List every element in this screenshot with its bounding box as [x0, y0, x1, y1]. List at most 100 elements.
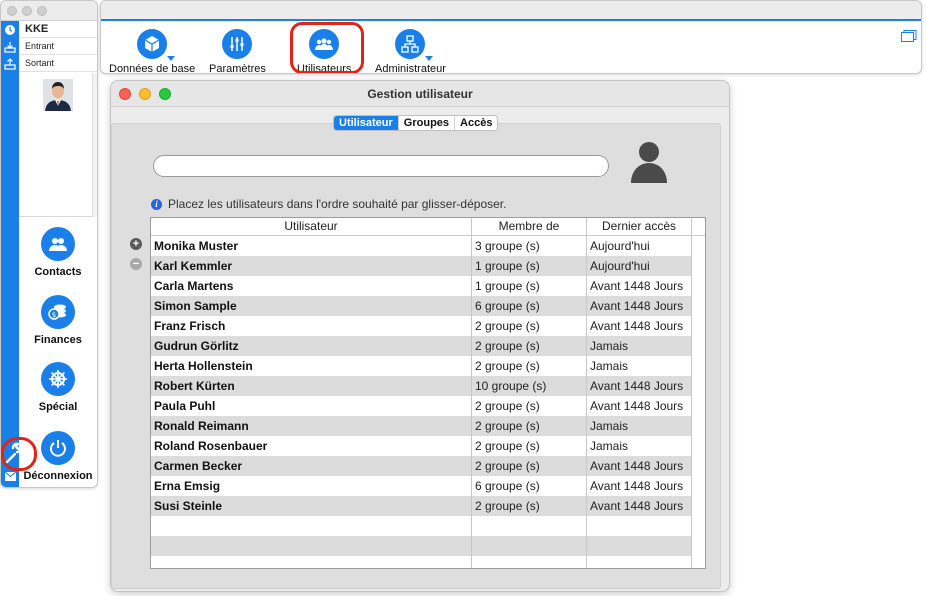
add-user-button[interactable]: +: [130, 238, 142, 250]
column-header-last-access[interactable]: Dernier accès: [587, 218, 692, 235]
network-icon: [395, 29, 434, 61]
cell-user-name: Paula Puhl: [151, 396, 472, 416]
profile-scrollbar[interactable]: [92, 73, 97, 217]
info-message: i Placez les utilisateurs dans l'ordre s…: [151, 197, 506, 211]
table-row[interactable]: Gudrun Görlitz 2 groupe (s) Jamais: [151, 336, 705, 356]
cell-user-name: Simon Sample: [151, 296, 472, 316]
table-row[interactable]: Carmen Becker 2 groupe (s) Avant 1448 Jour…: [151, 456, 705, 476]
table-row[interactable]: Roland Rosenbauer 2 groupe (s) Jamais: [151, 436, 705, 456]
cell-user-name: Franz Frisch: [151, 316, 472, 336]
tab-access[interactable]: Accès: [455, 116, 498, 130]
wrench-icon: [5, 442, 32, 464]
toolbar-admin-button[interactable]: Administrateur: [375, 29, 446, 73]
cell-last-access: Aujourd'hui: [587, 256, 692, 276]
cell-last-access: Jamais: [587, 436, 692, 456]
sidebar-item-outgoing[interactable]: Sortant: [19, 55, 97, 72]
cell-last-access: Avant 1448 Jours: [587, 316, 692, 336]
cell-member-of: 6 groupe (s): [472, 296, 587, 316]
cube-icon: [137, 29, 176, 61]
empty-table-row: [151, 536, 705, 556]
cell-last-access: Jamais: [587, 336, 692, 356]
window-zoom-button[interactable]: [37, 6, 47, 16]
tab-groups[interactable]: Groupes: [398, 116, 456, 130]
cell-spacer: [692, 256, 705, 276]
dialog-titlebar: Gestion utilisateur: [111, 81, 729, 107]
window-close-button[interactable]: [7, 6, 17, 16]
user-name-field[interactable]: [153, 155, 609, 177]
cell-spacer: [692, 396, 705, 416]
table-header: Utilisateur Membre de Dernier accès: [151, 218, 705, 236]
cell-member-of: 2 groupe (s): [472, 436, 587, 456]
cell-spacer: [692, 296, 705, 316]
profile-area: [19, 73, 97, 217]
users-table: Utilisateur Membre de Dernier accès Moni…: [150, 217, 706, 569]
table-row[interactable]: Erna Emsig 6 groupe (s) Avant 1448 Jours: [151, 476, 705, 496]
cell-spacer: [692, 436, 705, 456]
table-row[interactable]: Carla Martens 1 groupe (s) Avant 1448 Jour…: [151, 276, 705, 296]
cell-spacer: [692, 276, 705, 296]
cell-user-name: Susi Steinle: [151, 496, 472, 516]
remove-user-button[interactable]: −: [130, 258, 142, 270]
cell-member-of: 2 groupe (s): [472, 316, 587, 336]
cell-last-access: Avant 1448 Jours: [587, 476, 692, 496]
window-mode-icon[interactable]: [901, 30, 917, 42]
inbox-download-icon: [4, 42, 16, 53]
tools-toggle-button[interactable]: [1, 437, 37, 471]
window-minimize-button[interactable]: [22, 6, 32, 16]
cell-member-of: 6 groupe (s): [472, 476, 587, 496]
cell-member-of: 2 groupe (s): [472, 356, 587, 376]
tab-user[interactable]: Utilisateur: [334, 116, 399, 130]
column-header-user[interactable]: Utilisateur: [151, 218, 472, 235]
cell-member-of: 2 groupe (s): [472, 416, 587, 436]
dialog-title: Gestion utilisateur: [367, 87, 473, 101]
user-management-dialog: Gestion utilisateur Utilisateur Groupes …: [110, 80, 730, 592]
toolbar-base-data-button[interactable]: Données de base: [109, 29, 195, 73]
table-row[interactable]: Franz Frisch 2 groupe (s) Avant 1448 Jours: [151, 316, 705, 336]
helm-icon: [41, 362, 75, 396]
contacts-icon: [41, 227, 75, 261]
table-row[interactable]: Paula Puhl 2 groupe (s) Avant 1448 Jours: [151, 396, 705, 416]
cell-spacer: [692, 356, 705, 376]
toolbar-settings-button[interactable]: Paramètres: [209, 29, 266, 73]
toolbar-titlebar: [101, 1, 921, 21]
nav-finances[interactable]: $ Finances: [19, 295, 97, 355]
table-row[interactable]: Ronald Reimann 2 groupe (s) Jamais: [151, 416, 705, 436]
svg-text:$: $: [52, 311, 56, 319]
column-header-member[interactable]: Membre de: [472, 218, 587, 235]
power-icon: [41, 431, 75, 465]
user-code[interactable]: KKE: [19, 21, 97, 38]
cell-user-name: Monika Muster: [151, 236, 472, 256]
sidebar-window: KKE Entrant Sortant Contacts $ Finances …: [0, 0, 98, 488]
cell-user-name: Carla Martens: [151, 276, 472, 296]
cell-member-of: 3 groupe (s): [472, 236, 587, 256]
table-row[interactable]: Karl Kemmler 1 groupe (s) Aujourd'hui: [151, 256, 705, 276]
clock-icon: [5, 25, 15, 35]
cell-last-access: Avant 1448 Jours: [587, 396, 692, 416]
cell-user-name: Robert Kürten: [151, 376, 472, 396]
cell-member-of: 2 groupe (s): [472, 456, 587, 476]
avatar[interactable]: [43, 79, 73, 111]
cell-member-of: 10 groupe (s): [472, 376, 587, 396]
finances-icon: $: [41, 295, 75, 329]
cell-last-access: Jamais: [587, 416, 692, 436]
cell-member-of: 1 groupe (s): [472, 276, 587, 296]
sidebar-item-incoming[interactable]: Entrant: [19, 38, 97, 55]
nav-contacts[interactable]: Contacts: [19, 227, 97, 287]
chevron-down-icon: [425, 56, 434, 61]
empty-table-row: [151, 516, 705, 536]
mail-icon[interactable]: [4, 471, 17, 482]
table-row[interactable]: Herta Hollenstein 2 groupe (s) Jamais: [151, 356, 705, 376]
table-row[interactable]: Robert Kürten 10 groupe (s) Avant 1448 Jou…: [151, 376, 705, 396]
sidebar-accent-strip: [1, 21, 19, 487]
tab-segmented-control: Utilisateur Groupes Accès: [333, 115, 499, 131]
cell-last-access: Avant 1448 Jours: [587, 376, 692, 396]
cell-spacer: [692, 336, 705, 356]
table-row[interactable]: Monika Muster 3 groupe (s) Aujourd'hui: [151, 236, 705, 256]
table-body: Monika Muster 3 groupe (s) Aujourd'hui Karl…: [151, 236, 705, 568]
table-row[interactable]: Susi Steinle 2 groupe (s) Avant 1448 Jours: [151, 496, 705, 516]
table-row[interactable]: Simon Sample 6 groupe (s) Avant 1448 Jours: [151, 296, 705, 316]
nav-special[interactable]: Spécial: [19, 362, 97, 422]
info-icon: i: [151, 198, 162, 210]
empty-table-row: [151, 556, 705, 568]
toolbar-window: Données de base Paramètres Utilisateurs …: [100, 0, 922, 74]
